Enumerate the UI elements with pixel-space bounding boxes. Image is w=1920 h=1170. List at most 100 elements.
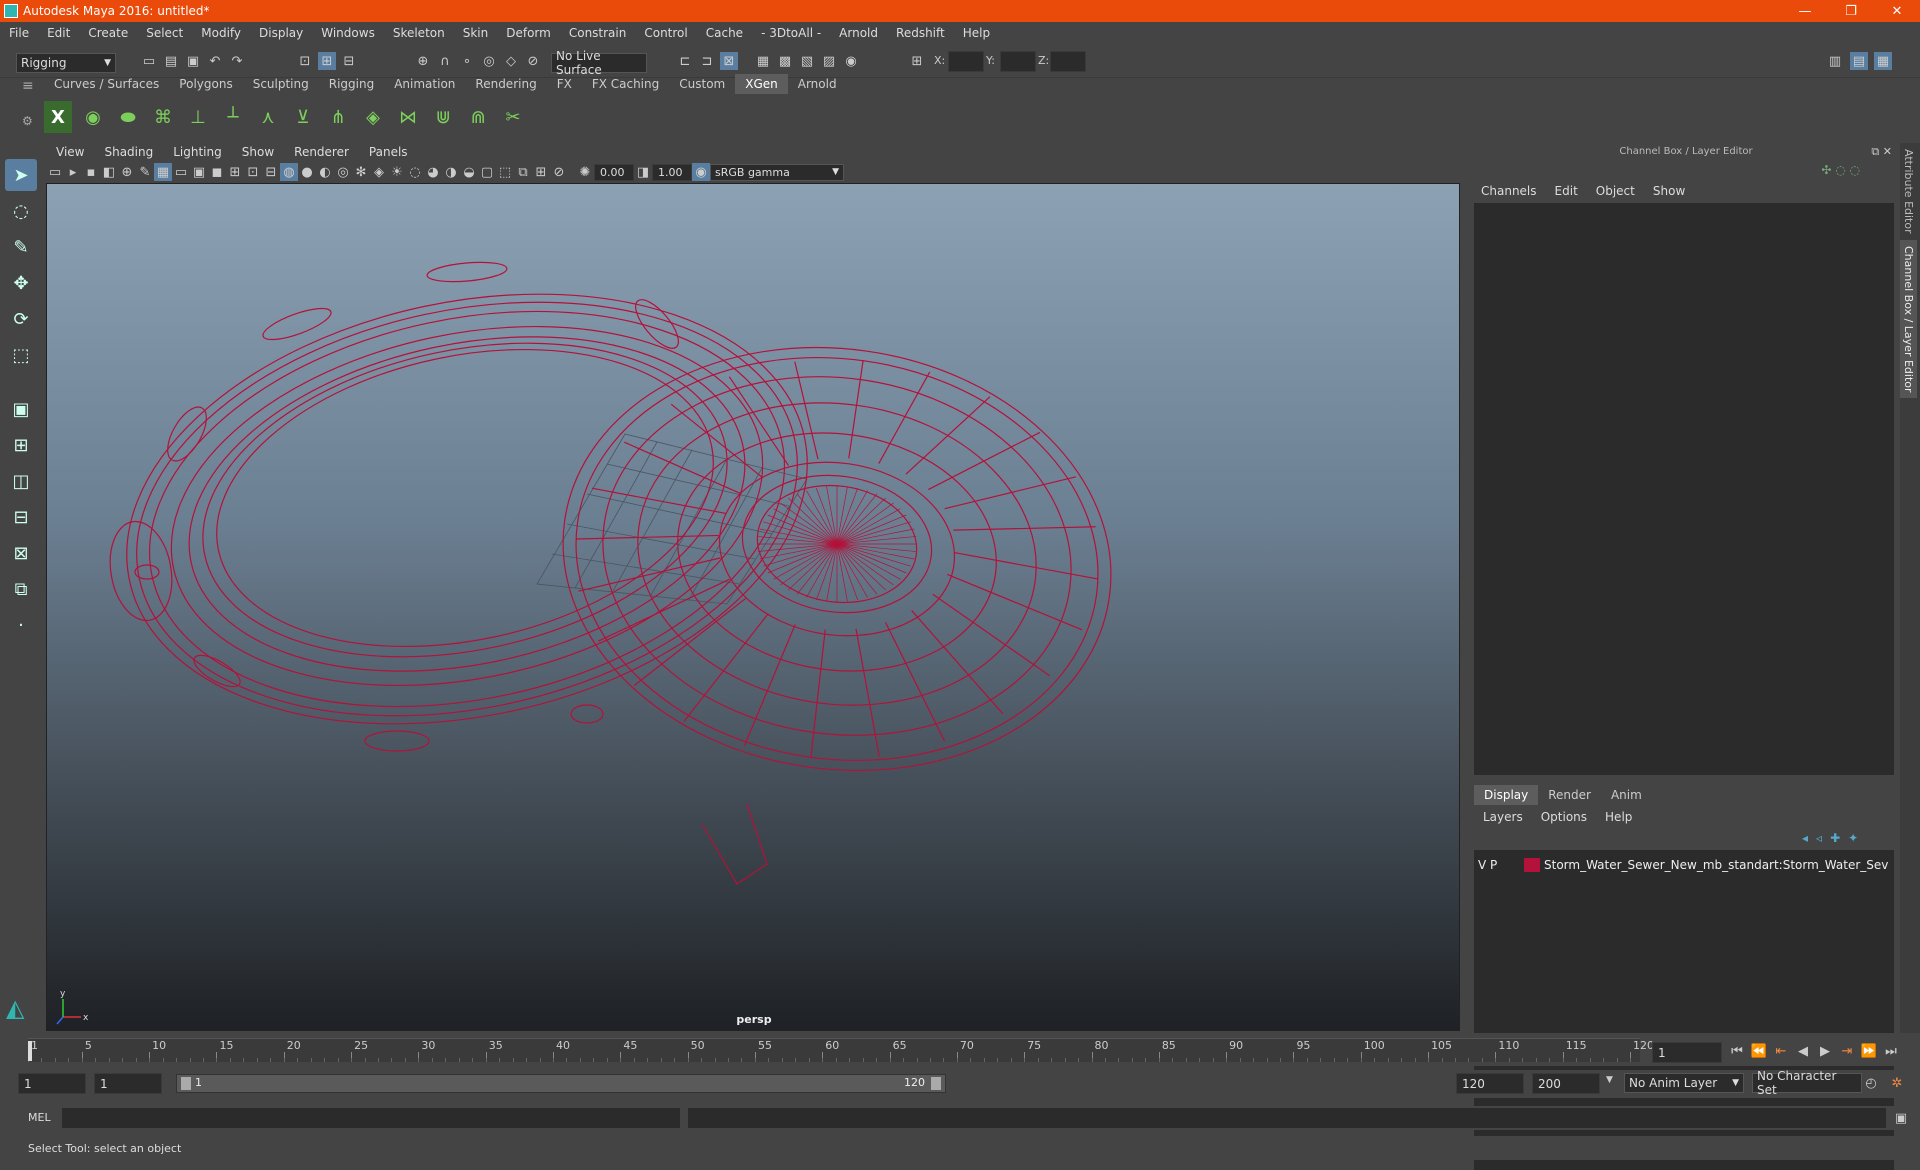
camera-attributes-icon[interactable]: ▸	[64, 163, 82, 181]
menu-skeleton[interactable]: Skeleton	[384, 26, 454, 40]
output-ops-icon[interactable]: ⊐	[698, 52, 716, 70]
menu-select[interactable]: Select	[137, 26, 192, 40]
select-component-icon[interactable]: ⊟	[340, 52, 358, 70]
layout-options-icon[interactable]: ·	[5, 609, 37, 641]
menu-set-dropdown[interactable]: Rigging ▼	[16, 53, 116, 73]
go-to-end-icon[interactable]: ⏭	[1882, 1042, 1900, 1060]
shelf-menu-icon[interactable]: ≡	[22, 78, 34, 94]
snap-point-icon[interactable]: ∘	[458, 52, 476, 70]
input-line-mode-icon[interactable]: ⊞	[908, 52, 926, 70]
xgen-preview-icon[interactable]: ◉	[79, 101, 107, 133]
redo-icon[interactable]: ↷	[228, 52, 246, 70]
layer-color-swatch[interactable]	[1524, 858, 1540, 872]
maximize-button[interactable]: ❐	[1828, 0, 1874, 22]
outliner-layout-icon[interactable]: ⊟	[5, 501, 37, 533]
playback-end-field[interactable]: 120	[1456, 1073, 1524, 1094]
open-scene-icon[interactable]: ▤	[162, 52, 180, 70]
grease-pencil-icon[interactable]: ✎	[136, 163, 154, 181]
channel-menu-edit[interactable]: Edit	[1546, 184, 1587, 198]
two-view-layout-icon[interactable]: ◫	[5, 465, 37, 497]
xgen-sculpt-icon[interactable]: ⋏	[254, 101, 282, 133]
tab-custom[interactable]: Custom	[669, 74, 735, 94]
command-input[interactable]	[62, 1108, 680, 1128]
make-live-icon[interactable]: ⊘	[524, 52, 542, 70]
viewport-menu-lighting[interactable]: Lighting	[163, 145, 232, 159]
z-field[interactable]	[1050, 51, 1086, 72]
scale-tool-icon[interactable]: ⬚	[5, 339, 37, 371]
animation-prefs-icon[interactable]: ✲	[1888, 1074, 1906, 1092]
menu-edit[interactable]: Edit	[38, 26, 79, 40]
y-field[interactable]	[1000, 51, 1036, 72]
shadows-icon[interactable]: ◌	[406, 163, 424, 181]
wireframe-on-shaded-icon[interactable]: ◐	[316, 163, 334, 181]
viewport-menu-show[interactable]: Show	[232, 145, 284, 159]
four-view-layout-icon[interactable]: ⊞	[5, 429, 37, 461]
menu-display[interactable]: Display	[250, 26, 312, 40]
xgen-hair-icon[interactable]: ⋓	[429, 101, 457, 133]
step-forward-key-icon[interactable]: ⇥	[1838, 1042, 1856, 1060]
menu-3dtoall[interactable]: - 3DtoAll -	[752, 26, 830, 40]
menu-help[interactable]: Help	[954, 26, 999, 40]
select-hierarchy-icon[interactable]: ⊡	[296, 52, 314, 70]
tab-curves-surfaces[interactable]: Curves / Surfaces	[44, 74, 169, 94]
field-chart-icon[interactable]: ⊞	[226, 163, 244, 181]
gamma-icon[interactable]: ◨	[634, 163, 652, 181]
tab-anim[interactable]: Anim	[1601, 785, 1652, 805]
tab-attribute-editor[interactable]: Attribute Editor	[1900, 143, 1917, 240]
channel-list-panel[interactable]	[1474, 203, 1894, 775]
xgen-place-icon[interactable]: ⊥	[184, 101, 212, 133]
channel-menu-channels[interactable]: Channels	[1472, 184, 1546, 198]
undo-icon[interactable]: ↶	[206, 52, 224, 70]
xgen-description-icon[interactable]: ⬬	[114, 101, 142, 133]
depth-of-field-icon[interactable]: ▢	[478, 163, 496, 181]
viewport-menu-panels[interactable]: Panels	[359, 145, 418, 159]
resolution-gate-icon[interactable]: ▣	[190, 163, 208, 181]
menu-windows[interactable]: Windows	[312, 26, 384, 40]
isolate-select-icon[interactable]: ⬚	[496, 163, 514, 181]
tab-rigging[interactable]: Rigging	[319, 74, 384, 94]
tab-render[interactable]: Render	[1538, 785, 1601, 805]
new-layer-selected-icon[interactable]: ✦	[1848, 831, 1858, 845]
exposure-icon[interactable]: ⊘	[550, 163, 568, 181]
viewport-menu-view[interactable]: View	[46, 145, 94, 159]
layer-playback-toggle[interactable]: P	[1490, 858, 1508, 872]
render-settings-icon[interactable]: ▨	[820, 52, 838, 70]
tab-channel-box-layer-editor[interactable]: Channel Box / Layer Editor	[1900, 239, 1917, 399]
safe-action-icon[interactable]: ⊡	[244, 163, 262, 181]
current-time-marker[interactable]	[28, 1041, 32, 1061]
textured-icon[interactable]: ◈	[370, 163, 388, 181]
use-all-lights-icon[interactable]: ☀	[388, 163, 406, 181]
snap-view-icon[interactable]: ◎	[480, 52, 498, 70]
gate-mask-icon[interactable]: ◼	[208, 163, 226, 181]
xgen-guides-icon[interactable]: ⋔	[324, 101, 352, 133]
xgen-layers-icon[interactable]: ◈	[359, 101, 387, 133]
menu-create[interactable]: Create	[79, 26, 137, 40]
custom-layout-icon[interactable]: ⧉	[5, 573, 37, 605]
graph-layout-icon[interactable]: ⊠	[5, 537, 37, 569]
color-management-icon[interactable]: ◉	[692, 163, 710, 181]
step-back-icon[interactable]: ⏪	[1750, 1042, 1768, 1060]
film-gate-icon[interactable]: ▭	[172, 163, 190, 181]
color-space-dropdown[interactable]: sRGB gamma ▼	[710, 163, 844, 181]
motion-blur-icon[interactable]: ◑	[442, 163, 460, 181]
tab-arnold[interactable]: Arnold	[788, 74, 847, 94]
render-current-icon[interactable]: ▩	[776, 52, 794, 70]
anim-layer-dropdown[interactable]: No Anim Layer ▼	[1624, 1073, 1744, 1093]
tab-sculpting[interactable]: Sculpting	[243, 74, 319, 94]
xgen-groom-icon[interactable]: ⋈	[394, 101, 422, 133]
auto-key-icon[interactable]: ◴	[1862, 1074, 1880, 1092]
wireframe-icon[interactable]: ◍	[280, 163, 298, 181]
input-ops-icon[interactable]: ⊏	[676, 52, 694, 70]
xray-active-icon[interactable]: ⧉	[514, 163, 532, 181]
gamma-toggle-icon[interactable]: ✺	[576, 163, 594, 181]
shelf-settings-icon[interactable]: ⚙	[22, 114, 33, 128]
smooth-shade-icon[interactable]: ●	[298, 163, 316, 181]
move-layer-down-icon[interactable]: ◃	[1816, 831, 1822, 845]
tab-polygons[interactable]: Polygons	[169, 74, 242, 94]
end-time-field[interactable]: 200	[1532, 1073, 1600, 1094]
xray-joints-icon[interactable]: ✻	[352, 163, 370, 181]
grid-toggle-icon[interactable]: ▦	[154, 163, 172, 181]
exposure-field[interactable]: 0.00	[594, 163, 634, 181]
single-view-layout-icon[interactable]: ▣	[5, 393, 37, 425]
channel-menu-object[interactable]: Object	[1587, 184, 1644, 198]
